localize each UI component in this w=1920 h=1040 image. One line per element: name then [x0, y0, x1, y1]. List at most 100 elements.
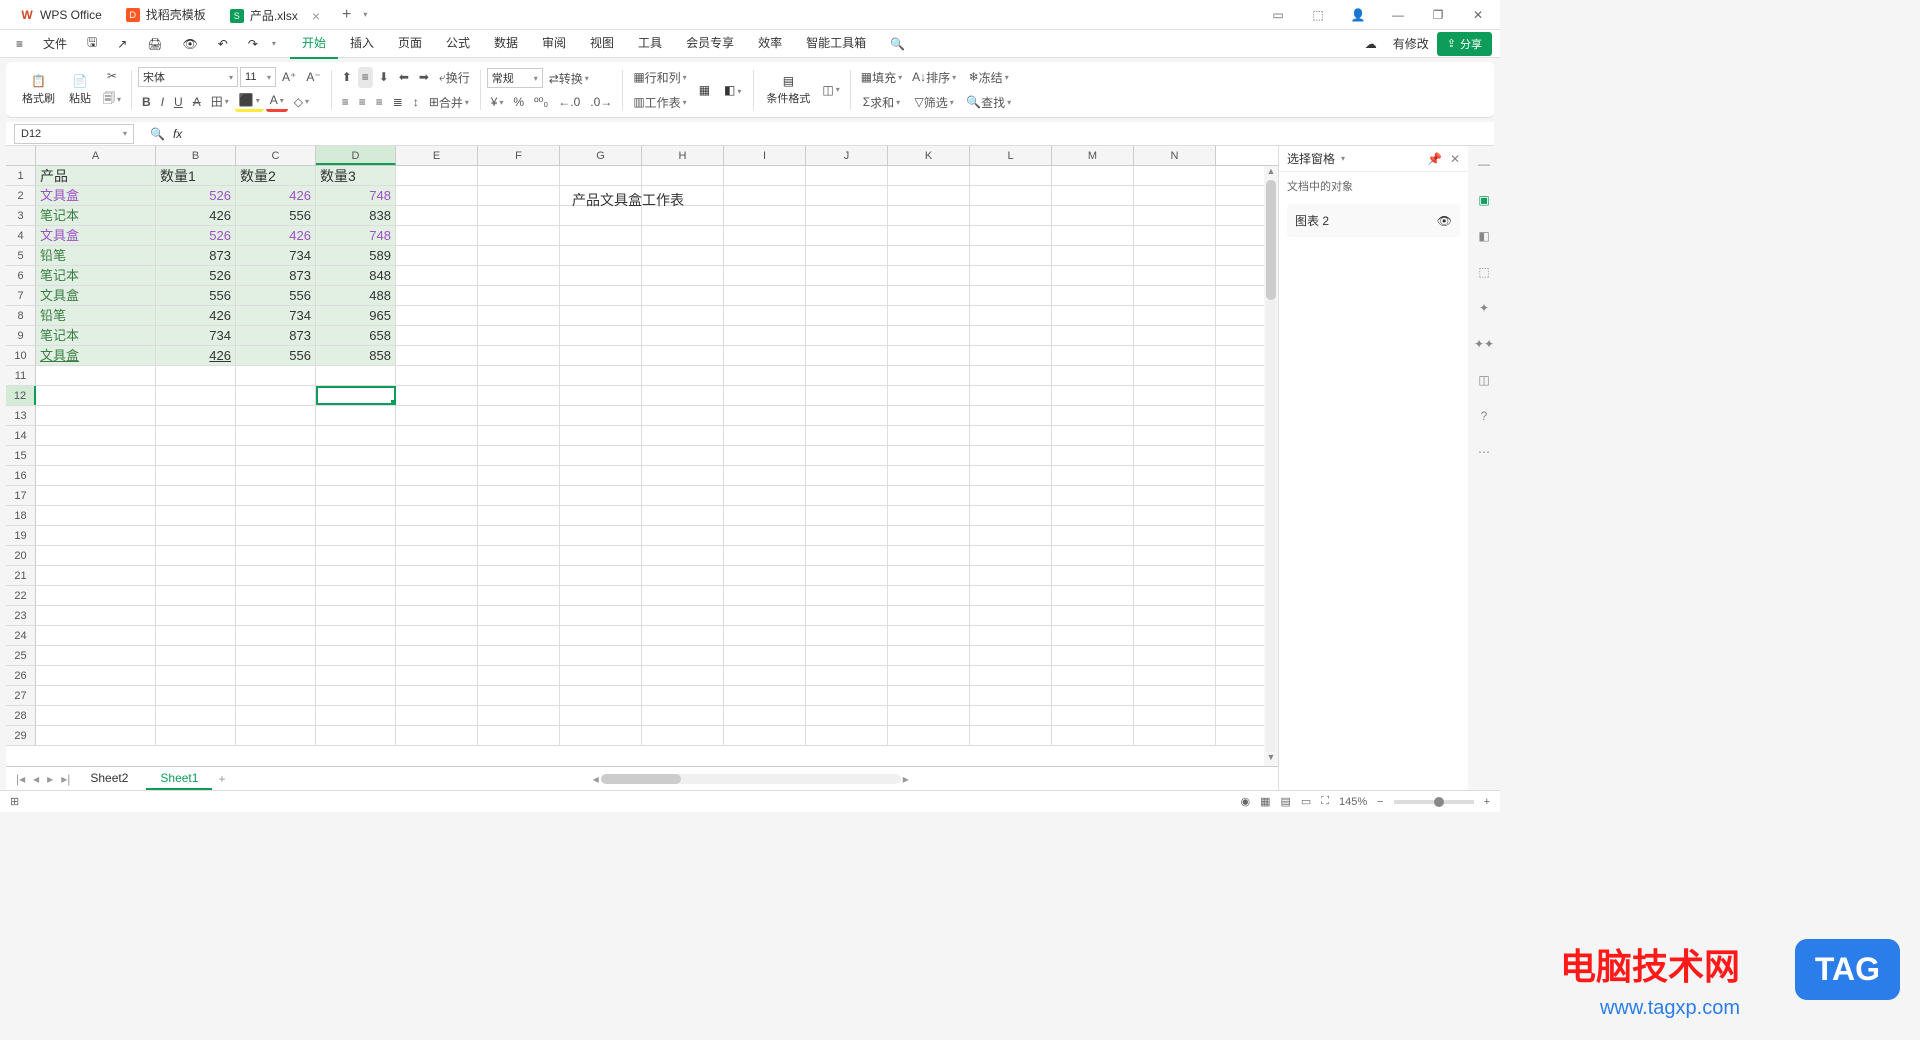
cell[interactable]: [36, 486, 156, 505]
cell[interactable]: 965: [316, 306, 396, 325]
cell[interactable]: [560, 606, 642, 625]
cell[interactable]: [1052, 706, 1134, 725]
cell[interactable]: [970, 446, 1052, 465]
cell[interactable]: [970, 726, 1052, 745]
cell[interactable]: [724, 646, 806, 665]
cell[interactable]: [1134, 366, 1216, 385]
row-header[interactable]: 1: [6, 166, 36, 185]
cell[interactable]: [724, 266, 806, 285]
cell[interactable]: [806, 246, 888, 265]
cell[interactable]: 873: [236, 266, 316, 285]
cell[interactable]: [806, 446, 888, 465]
scroll-down-icon[interactable]: ▼: [1264, 752, 1278, 766]
sheet-grid[interactable]: 1产品数量1数量2数量32文具盒5264267483笔记本4265568384文…: [6, 166, 1264, 766]
cell[interactable]: [316, 566, 396, 585]
cell[interactable]: [396, 286, 478, 305]
cell[interactable]: [888, 686, 970, 705]
cell[interactable]: [888, 286, 970, 305]
cell[interactable]: [970, 526, 1052, 545]
cell[interactable]: [888, 246, 970, 265]
cell[interactable]: 笔记本: [36, 326, 156, 345]
cell[interactable]: [806, 466, 888, 485]
cell[interactable]: [806, 406, 888, 425]
filter-button[interactable]: ▽筛选▾: [908, 92, 960, 113]
cell[interactable]: [888, 446, 970, 465]
cell[interactable]: 873: [156, 246, 236, 265]
cell[interactable]: 488: [316, 286, 396, 305]
ribbon-tab-6[interactable]: 视图: [578, 28, 626, 59]
row-header[interactable]: 17: [6, 486, 36, 505]
status-icon[interactable]: ⊞: [10, 795, 19, 808]
row-header[interactable]: 19: [6, 526, 36, 545]
cell[interactable]: [560, 166, 642, 185]
scroll-thumb[interactable]: [601, 774, 681, 784]
cell[interactable]: [478, 186, 560, 205]
collapse-icon[interactable]: —: [1474, 154, 1494, 174]
cell[interactable]: [316, 646, 396, 665]
strike-icon[interactable]: A: [189, 91, 205, 112]
decrease-font-icon[interactable]: A⁻: [302, 67, 324, 87]
cell[interactable]: [156, 686, 236, 705]
cell[interactable]: 笔记本: [36, 266, 156, 285]
cell[interactable]: [396, 186, 478, 205]
cell[interactable]: [888, 186, 970, 205]
cell[interactable]: [478, 706, 560, 725]
cell[interactable]: 734: [236, 246, 316, 265]
cell[interactable]: [642, 706, 724, 725]
cell[interactable]: [316, 366, 396, 385]
cell[interactable]: [888, 226, 970, 245]
pin-icon[interactable]: 📌: [1427, 152, 1442, 166]
row-header[interactable]: 15: [6, 446, 36, 465]
tab-wps[interactable]: W WPS Office: [8, 1, 114, 29]
cell[interactable]: [642, 166, 724, 185]
cell[interactable]: [642, 386, 724, 405]
cell[interactable]: [560, 706, 642, 725]
cell[interactable]: [1052, 226, 1134, 245]
cell[interactable]: [642, 426, 724, 445]
cell[interactable]: [642, 346, 724, 365]
cell[interactable]: [560, 686, 642, 705]
cell[interactable]: [1134, 586, 1216, 605]
cell[interactable]: [724, 506, 806, 525]
cell[interactable]: [642, 666, 724, 685]
cell[interactable]: [806, 426, 888, 445]
cell[interactable]: [806, 686, 888, 705]
cell[interactable]: [1052, 506, 1134, 525]
cell[interactable]: [478, 666, 560, 685]
cell[interactable]: [1052, 486, 1134, 505]
cell[interactable]: [560, 566, 642, 585]
cell[interactable]: [1134, 606, 1216, 625]
cell[interactable]: 526: [156, 226, 236, 245]
scroll-up-icon[interactable]: ▲: [1264, 166, 1278, 180]
cell[interactable]: [806, 586, 888, 605]
cell[interactable]: [888, 466, 970, 485]
cell[interactable]: [1052, 406, 1134, 425]
ribbon-tab-2[interactable]: 页面: [386, 28, 434, 59]
cell[interactable]: [888, 406, 970, 425]
cell[interactable]: [478, 506, 560, 525]
cell[interactable]: [236, 666, 316, 685]
scroll-thumb[interactable]: [1266, 180, 1276, 300]
cell[interactable]: 658: [316, 326, 396, 345]
cell[interactable]: [1052, 626, 1134, 645]
scroll-right-icon[interactable]: ▸: [901, 772, 911, 786]
cloud-icon[interactable]: ☁: [1357, 33, 1385, 55]
cell[interactable]: [724, 546, 806, 565]
cell[interactable]: [478, 626, 560, 645]
cell[interactable]: [478, 726, 560, 745]
indent-inc-icon[interactable]: ➡: [415, 67, 433, 88]
row-header[interactable]: 27: [6, 686, 36, 705]
cell[interactable]: [396, 686, 478, 705]
cell[interactable]: [642, 686, 724, 705]
select-all-corner[interactable]: [6, 146, 36, 165]
cell[interactable]: [236, 586, 316, 605]
cell[interactable]: [1134, 686, 1216, 705]
zoom-in-icon[interactable]: +: [1484, 796, 1490, 808]
window-maximize[interactable]: ❐: [1424, 1, 1452, 29]
cell[interactable]: [156, 626, 236, 645]
user-avatar[interactable]: 👤: [1344, 1, 1372, 29]
cell[interactable]: [478, 326, 560, 345]
cell[interactable]: [1052, 186, 1134, 205]
cell[interactable]: [1134, 306, 1216, 325]
cell[interactable]: [1052, 366, 1134, 385]
